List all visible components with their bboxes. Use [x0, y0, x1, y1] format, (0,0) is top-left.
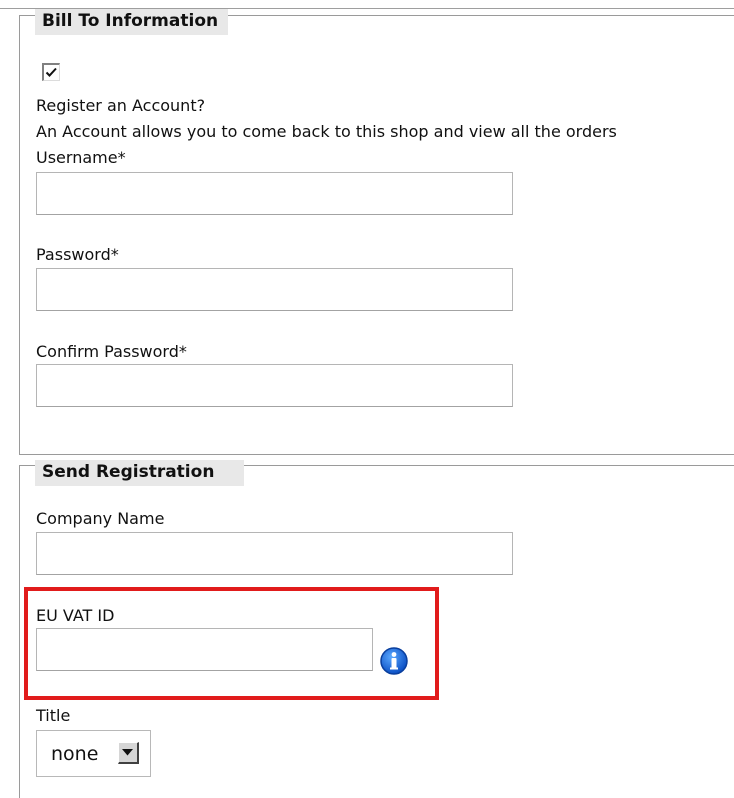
send-registration-legend: Send Registration	[35, 460, 244, 486]
company-name-input[interactable]	[36, 532, 513, 575]
password-input[interactable]	[36, 268, 513, 311]
title-select[interactable]: none	[36, 730, 151, 777]
register-account-label: Register an Account?	[36, 96, 206, 115]
confirm-password-label: Confirm Password*	[36, 342, 187, 361]
chevron-down-icon[interactable]	[118, 742, 139, 764]
title-select-value: none	[51, 743, 99, 765]
vat-id-input[interactable]	[36, 628, 373, 671]
registration-form-page: Bill To Information Register an Account?…	[0, 0, 734, 798]
vat-id-label: EU VAT ID	[36, 606, 115, 625]
register-account-description: An Account allows you to come back to th…	[36, 122, 617, 141]
bill-to-legend: Bill To Information	[35, 9, 229, 35]
username-input[interactable]	[36, 172, 513, 215]
password-label: Password*	[36, 245, 119, 264]
company-name-label: Company Name	[36, 509, 165, 528]
title-label: Title	[36, 706, 71, 725]
username-label: Username*	[36, 148, 126, 167]
register-account-checkbox[interactable]	[42, 63, 60, 81]
checkmark-icon	[45, 67, 57, 77]
info-icon[interactable]	[379, 646, 409, 676]
confirm-password-input[interactable]	[36, 364, 513, 407]
